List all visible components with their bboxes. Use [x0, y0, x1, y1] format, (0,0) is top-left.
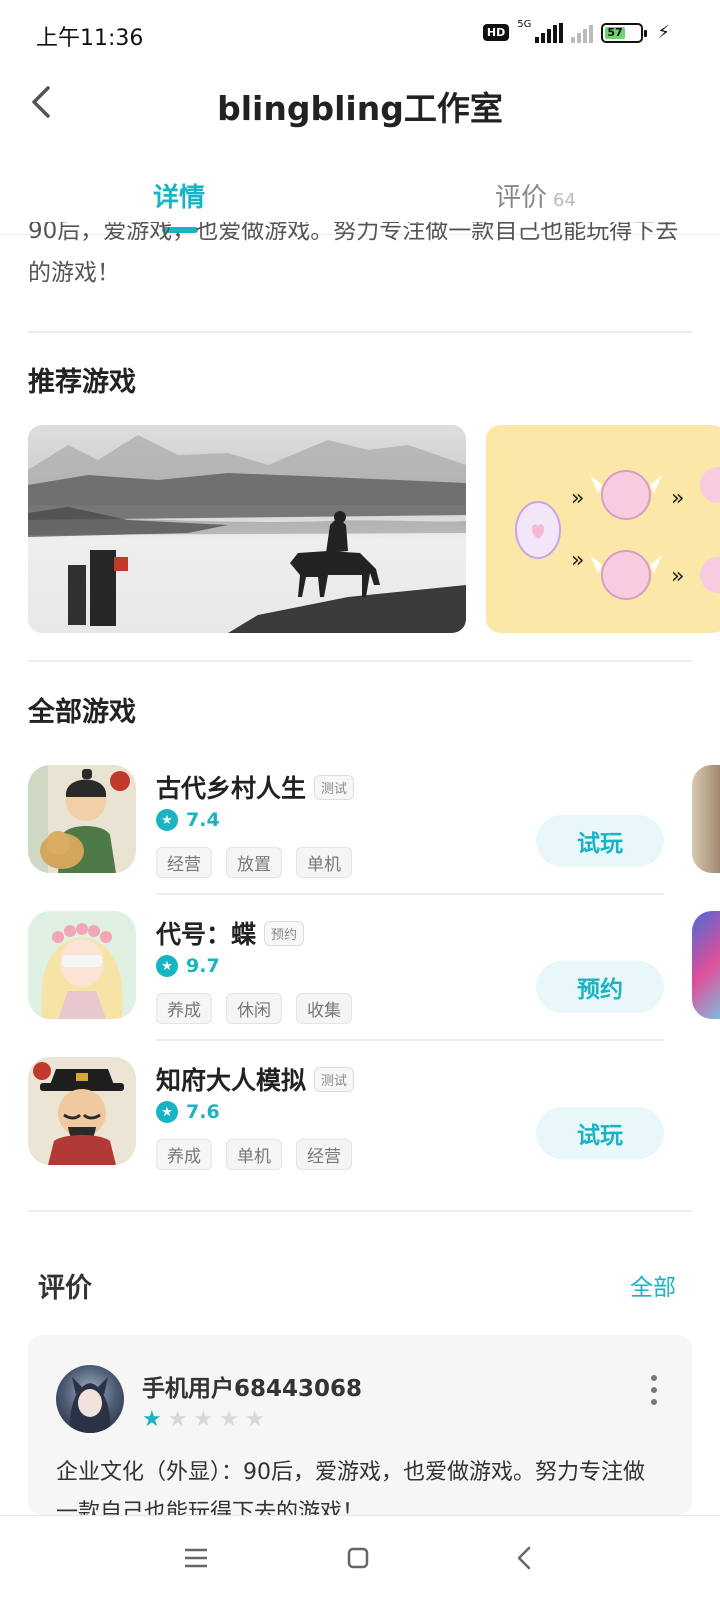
signal-2-icon — [571, 23, 594, 43]
divider — [28, 660, 692, 662]
charging-icon: ⚡ — [657, 22, 670, 43]
star-icon: ★ — [244, 1407, 265, 1432]
star-icon: ★ — [156, 809, 178, 831]
avatar[interactable] — [56, 1365, 124, 1433]
game-name: 古代乡村人生 测试 — [156, 769, 355, 805]
game-name: 代号：蝶 预约 — [156, 915, 305, 951]
game-tag: 单机 — [226, 1139, 282, 1170]
row-divider — [156, 893, 664, 895]
divider — [28, 331, 692, 333]
tab-reviews[interactable]: 评价 64 — [495, 177, 576, 214]
ink-landscape-image — [28, 435, 466, 633]
village-game-image — [28, 765, 136, 873]
game-tags: 养成 休闲 收集 — [156, 993, 352, 1024]
system-nav-bar — [0, 1515, 720, 1600]
game-icon-village[interactable] — [28, 765, 136, 873]
star-icon: ★ — [193, 1407, 214, 1432]
home-square-icon — [347, 1547, 369, 1569]
menu-icon — [185, 1548, 207, 1568]
review-card[interactable]: 手机用户68443068 ★ ★ ★ ★ ★ 企业文化（外显）：90后，爱游戏，… — [28, 1335, 692, 1515]
hd-icon: HD — [482, 24, 510, 41]
game-tags: 经营 放置 单机 — [156, 847, 352, 878]
game-rating: ★ 9.7 — [156, 955, 220, 977]
status-time: 上午11:36 — [36, 26, 144, 51]
battery-icon: 57 — [601, 22, 648, 43]
game-status-badge: 测试 — [314, 774, 355, 800]
page-title: blingbling工作室 — [217, 89, 503, 128]
cute-eggs-image: » » » » — [515, 467, 720, 600]
status-bar: 上午11:36 HD 5G 57 ⚡ — [0, 0, 720, 70]
game-icon-butterfly[interactable] — [28, 911, 136, 1019]
game-tag: 休闲 — [226, 993, 282, 1024]
app-header: blingbling工作室 — [0, 70, 720, 140]
studio-intro: 90后，爱游戏，也爱做游戏。努力专注做一款自己也能玩得下去的游戏！ — [28, 222, 692, 302]
all-games-title: 全部游戏 — [28, 697, 136, 728]
game-tag: 经营 — [156, 847, 212, 878]
svg-text:»: » — [671, 486, 684, 511]
recent-apps-button[interactable] — [176, 1540, 216, 1576]
review-rating: ★ ★ ★ ★ ★ — [142, 1407, 265, 1432]
reserve-button[interactable]: 预约 — [536, 961, 664, 1013]
game-row: 古代乡村人生 测试 ★ 7.4 经营 放置 单机 试玩 — [28, 765, 692, 905]
battery-level: 57 — [605, 26, 625, 39]
game-status-badge: 预约 — [264, 920, 305, 946]
reviews-all-link[interactable]: 全部 — [630, 1268, 676, 1302]
reviewer-name: 手机用户68443068 — [142, 1376, 363, 1402]
game-tag: 放置 — [226, 847, 282, 878]
next-page-game-icon[interactable] — [692, 911, 720, 1019]
signal-icon — [535, 22, 564, 43]
game-tags: 养成 单机 经营 — [156, 1139, 352, 1170]
game-name-text: 古代乡村人生 — [156, 774, 307, 803]
back-arrow-icon — [517, 1546, 531, 1570]
star-icon: ★ — [167, 1407, 188, 1432]
game-tag: 单机 — [296, 847, 352, 878]
tab-reviews-label: 评价 — [495, 183, 548, 213]
svg-text:»: » — [671, 564, 684, 589]
magistrate-game-image — [28, 1057, 136, 1165]
game-tag: 收集 — [296, 993, 352, 1024]
try-play-button[interactable]: 试玩 — [536, 1107, 664, 1159]
recommended-title: 推荐游戏 — [28, 367, 136, 398]
game-tag: 经营 — [296, 1139, 352, 1170]
user-avatar-image — [69, 1377, 111, 1433]
status-icons: HD 5G 57 ⚡ — [482, 18, 670, 43]
star-icon: ★ — [219, 1407, 239, 1432]
game-tag: 养成 — [156, 993, 212, 1024]
review-text: 企业文化（外显）：90后，爱游戏，也爱做游戏。努力专注做一款自己也能玩得下去的游… — [56, 1460, 645, 1515]
game-rating: ★ 7.6 — [156, 1101, 220, 1123]
divider — [28, 1210, 692, 1212]
game-row: 代号：蝶 预约 ★ 9.7 养成 休闲 收集 预约 — [28, 911, 692, 1051]
banner-game-pet[interactable]: » » » » — [486, 425, 720, 633]
banner-game-daxia[interactable] — [28, 425, 466, 633]
game-row: 知府大人模拟 测试 ★ 7.6 养成 单机 经营 试玩 — [28, 1057, 692, 1197]
reviews-title: 评价 — [38, 1273, 92, 1304]
star-icon: ★ — [156, 955, 178, 977]
studio-intro-text: 90后，爱游戏，也爱做游戏。努力专注做一款自己也能玩得下去的游戏！ — [28, 222, 679, 286]
butterfly-game-image — [28, 911, 136, 1019]
svg-text:»: » — [571, 486, 584, 511]
svg-text:»: » — [571, 548, 584, 573]
row-divider — [156, 1039, 664, 1041]
network-type: 5G — [517, 18, 532, 30]
game-status-badge: 测试 — [314, 1066, 355, 1092]
home-button[interactable] — [338, 1540, 378, 1576]
star-icon: ★ — [156, 1101, 178, 1123]
game-rating: ★ 7.4 — [156, 809, 220, 831]
tab-details[interactable]: 详情 — [153, 177, 205, 214]
rating-value: 7.4 — [186, 809, 220, 831]
next-page-game-icon[interactable] — [692, 765, 720, 873]
tab-reviews-count: 64 — [553, 190, 576, 211]
rating-value: 7.6 — [186, 1101, 220, 1123]
rating-value: 9.7 — [186, 955, 220, 977]
more-options-icon[interactable] — [644, 1375, 664, 1405]
game-name-text: 代号：蝶 — [156, 920, 257, 949]
game-name-text: 知府大人模拟 — [156, 1066, 307, 1095]
system-back-button[interactable] — [504, 1540, 544, 1576]
game-name: 知府大人模拟 测试 — [156, 1061, 355, 1097]
game-icon-magistrate[interactable] — [28, 1057, 136, 1165]
star-icon: ★ — [142, 1407, 162, 1432]
game-tag: 养成 — [156, 1139, 212, 1170]
try-play-button[interactable]: 试玩 — [536, 815, 664, 867]
